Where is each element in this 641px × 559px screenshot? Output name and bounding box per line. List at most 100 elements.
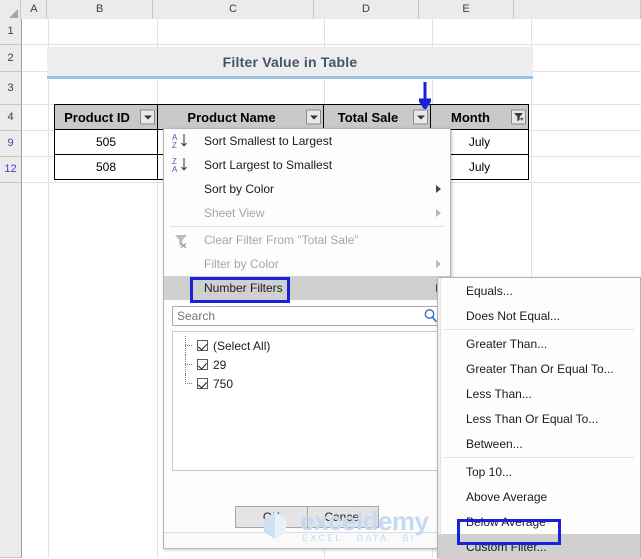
dialog-footer	[164, 532, 450, 548]
cancel-button[interactable]: Cancel	[307, 506, 379, 528]
submenu-item-label: Does Not Equal...	[466, 308, 561, 323]
svg-text:Z: Z	[172, 141, 177, 150]
submenu-item-label: Equals...	[466, 283, 513, 298]
table-header-product-name[interactable]: Product Name	[157, 104, 324, 130]
menu-item-sort-largest-to-smallest[interactable]: Z A Sort Largest to Smallest	[164, 153, 450, 177]
sheet-title-banner: Filter Value in Table	[47, 47, 533, 79]
row-header-9[interactable]: 9	[0, 131, 22, 157]
column-header-d[interactable]: D	[314, 0, 419, 19]
submenu-item-label: Above Average	[466, 489, 548, 504]
tree-connector-icon	[183, 355, 197, 374]
menu-item-label: Sort by Color	[204, 182, 275, 196]
menu-item-label: Sort Largest to Smallest	[204, 158, 333, 172]
gridline-b	[157, 19, 158, 558]
column-header-blank[interactable]	[514, 0, 641, 19]
list-item-label: (Select All)	[213, 338, 271, 353]
search-icon[interactable]	[423, 308, 438, 326]
submenu-item-between[interactable]: Between...	[438, 431, 640, 456]
column-header-b[interactable]: B	[47, 0, 153, 19]
submenu-item-does-not-equal[interactable]: Does Not Equal...	[438, 303, 640, 328]
submenu-item-custom-filter[interactable]: Custom Filter...	[438, 534, 640, 559]
menu-item-number-filters[interactable]: Number Filters	[164, 276, 450, 300]
ok-button[interactable]: OK	[235, 506, 307, 528]
menu-item-sheet-view: Sheet View	[164, 201, 450, 225]
menu-item-sort-by-color[interactable]: Sort by Color	[164, 177, 450, 201]
menu-item-clear-filter: Clear Filter From "Total Sale"	[164, 228, 450, 252]
list-item-label: 29	[213, 357, 227, 372]
search-container	[172, 306, 442, 326]
gridline-r1	[22, 44, 641, 45]
product-name-filter-button[interactable]	[306, 109, 321, 125]
list-item[interactable]: 29	[173, 355, 441, 374]
annotation-arrow-down	[416, 82, 434, 111]
checkbox-checked-icon[interactable]	[197, 359, 208, 370]
column-header-e[interactable]: E	[418, 0, 515, 19]
submenu-item-greater-than-or-equal-to[interactable]: Greater Than Or Equal To...	[438, 356, 640, 381]
submenu-item-above-average[interactable]: Above Average	[438, 484, 640, 509]
menu-item-label: Number Filters	[204, 281, 283, 295]
chevron-right-icon	[436, 260, 441, 268]
submenu-item-label: Custom Filter...	[466, 539, 547, 554]
checkbox-checked-icon[interactable]	[197, 340, 208, 351]
column-header-a[interactable]: A	[21, 0, 48, 19]
clear-filter-icon	[172, 231, 194, 249]
submenu-item-less-than-or-equal-to[interactable]: Less Than Or Equal To...	[438, 406, 640, 431]
chevron-right-icon	[436, 209, 441, 217]
table-header-total-sale[interactable]: Total Sale	[323, 104, 431, 130]
sort-za-icon: Z A	[172, 156, 194, 174]
submenu-item-below-average[interactable]: Below Average	[438, 509, 640, 534]
filter-value-listbox[interactable]: (Select All) 29 750	[172, 331, 442, 471]
chevron-right-icon	[436, 185, 441, 193]
sort-az-icon: A Z	[172, 132, 194, 150]
dialog-button-row: OK Cancel	[164, 506, 450, 528]
submenu-item-label: Greater Than Or Equal To...	[466, 361, 614, 376]
gridline-a	[48, 19, 49, 558]
menu-divider	[444, 457, 634, 458]
select-all-triangle-icon	[9, 9, 19, 18]
list-item-select-all[interactable]: (Select All)	[173, 336, 441, 355]
column-header-c[interactable]: C	[152, 0, 315, 19]
menu-item-filter-by-color: Filter by Color	[164, 252, 450, 276]
checkbox-checked-icon[interactable]	[197, 378, 208, 389]
submenu-item-equals[interactable]: Equals...	[438, 278, 640, 303]
number-filters-submenu: Equals... Does Not Equal... Greater Than…	[437, 277, 641, 559]
table-header-row: Product ID Product Name Total Sale Month	[54, 104, 529, 130]
list-item[interactable]: 750	[173, 374, 441, 393]
row-header-column: 1 2 3 4 9 12	[0, 19, 22, 558]
submenu-item-top-10[interactable]: Top 10...	[438, 459, 640, 484]
product-id-filter-button[interactable]	[140, 109, 155, 125]
chevron-down-icon	[416, 115, 425, 119]
cell-product-id[interactable]: 505	[54, 129, 158, 155]
select-all-corner[interactable]	[0, 0, 22, 19]
submenu-item-label: Less Than Or Equal To...	[466, 411, 599, 426]
table-header-product-id[interactable]: Product ID	[54, 104, 158, 130]
submenu-item-label: Between...	[466, 436, 523, 451]
submenu-item-less-than[interactable]: Less Than...	[438, 381, 640, 406]
menu-item-sort-smallest-to-largest[interactable]: A Z Sort Smallest to Largest	[164, 129, 450, 153]
list-item-label: 750	[213, 376, 234, 391]
menu-item-label: Clear Filter From "Total Sale"	[204, 233, 359, 247]
total-sale-filter-button[interactable]	[413, 109, 428, 125]
column-header-row: A B C D E	[0, 0, 641, 19]
chevron-down-icon	[143, 115, 152, 119]
submenu-item-label: Less Than...	[466, 386, 532, 401]
row-header-4[interactable]: 4	[0, 105, 22, 131]
table-header-month[interactable]: Month	[430, 104, 529, 130]
submenu-item-label: Greater Than...	[466, 336, 548, 351]
page-title: Filter Value in Table	[222, 53, 358, 70]
row-header-1[interactable]: 1	[0, 19, 22, 45]
cell-product-id[interactable]: 508	[54, 154, 158, 180]
menu-item-label: Filter by Color	[204, 257, 279, 271]
filter-dropdown-panel: A Z Sort Smallest to Largest Z A Sort La…	[163, 128, 451, 549]
row-header-3[interactable]: 3	[0, 72, 22, 105]
tree-connector-icon	[183, 336, 197, 355]
submenu-item-greater-than[interactable]: Greater Than...	[438, 331, 640, 356]
table-header-label: Total Sale	[337, 109, 399, 125]
table-header-label: Product ID	[64, 109, 130, 125]
menu-divider	[444, 329, 634, 330]
row-header-12[interactable]: 12	[0, 157, 22, 183]
row-header-2[interactable]: 2	[0, 45, 22, 72]
month-filter-button[interactable]	[511, 109, 526, 125]
search-input[interactable]	[172, 306, 442, 326]
menu-divider	[170, 226, 444, 227]
